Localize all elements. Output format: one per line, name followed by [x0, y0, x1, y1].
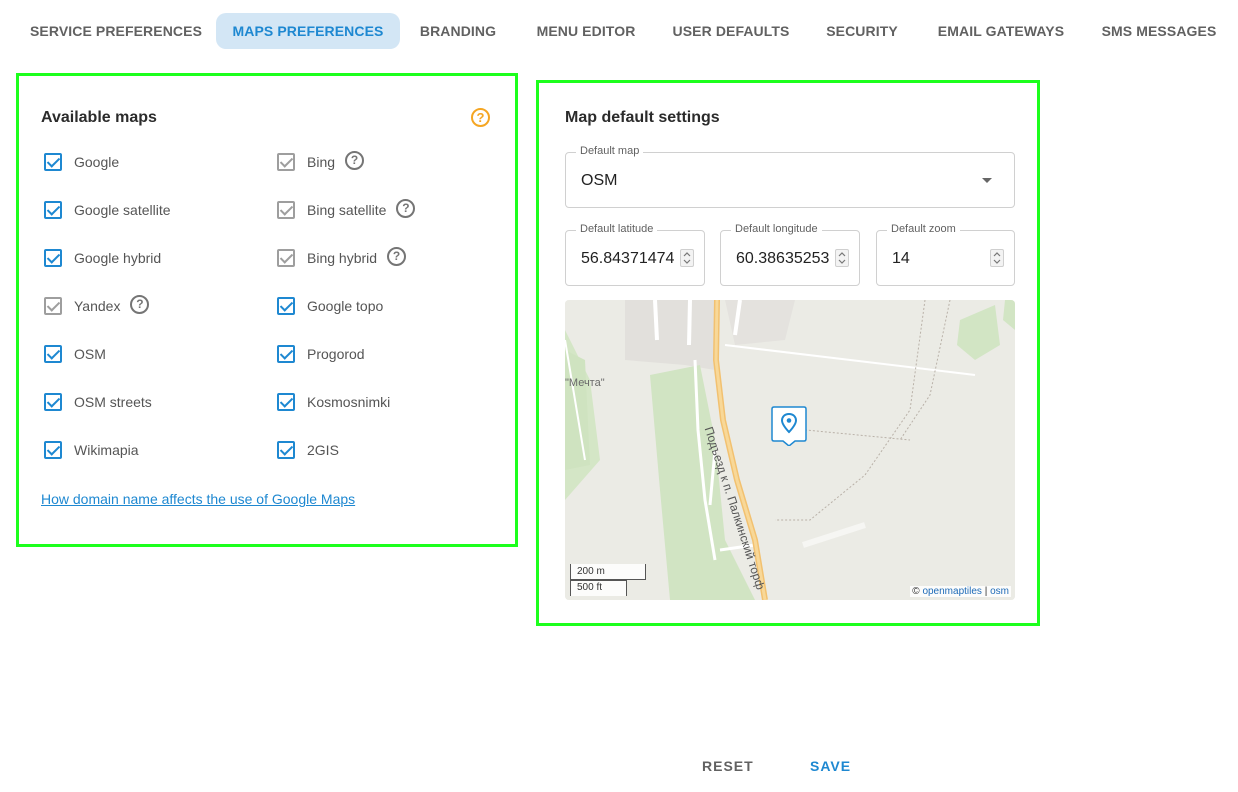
tab-menu-editor[interactable]: MENU EDITOR: [526, 13, 646, 49]
default-latitude-label: Default latitude: [576, 223, 658, 235]
map-option-osm[interactable]: OSM: [44, 342, 106, 366]
map-option-2gis[interactable]: 2GIS: [277, 438, 339, 462]
checkbox-checked-icon[interactable]: [277, 345, 295, 363]
map-option-bing-hybrid[interactable]: Bing hybrid ?: [277, 246, 407, 270]
map-default-settings-panel: Map default settings Default map OSM Def…: [536, 80, 1040, 626]
map-option-label: Google satellite: [74, 202, 171, 218]
map-tiles: [565, 300, 1015, 600]
tab-user-defaults[interactable]: USER DEFAULTS: [666, 13, 796, 49]
default-zoom-field[interactable]: Default zoom 14: [876, 223, 1015, 286]
checkbox-checked-icon[interactable]: [277, 297, 295, 315]
map-option-bing-satellite[interactable]: Bing satellite ?: [277, 198, 416, 222]
checkbox-checked-icon[interactable]: [44, 441, 62, 459]
help-circle-icon[interactable]: ?: [396, 198, 416, 218]
checkbox-checked-icon[interactable]: [277, 393, 295, 411]
available-maps-panel: Available maps ? Google Google satellite…: [16, 73, 518, 547]
map-attribution: © openmaptiles | osm: [910, 586, 1011, 597]
checkbox-checked-icon[interactable]: [44, 345, 62, 363]
map-option-bing[interactable]: Bing ?: [277, 150, 365, 174]
default-map-label: Default map: [576, 145, 644, 157]
map-option-progorod[interactable]: Progorod: [277, 342, 365, 366]
attribution-separator: |: [984, 586, 988, 597]
map-place-label: "Мечта": [565, 377, 605, 389]
map-option-label: Google hybrid: [74, 250, 162, 266]
tab-security[interactable]: SECURITY: [816, 13, 908, 49]
default-zoom-label: Default zoom: [887, 223, 960, 235]
tab-service-preferences[interactable]: SERVICE PREFERENCES: [16, 13, 216, 49]
map-default-settings-title: Map default settings: [565, 109, 720, 126]
help-circle-icon[interactable]: ?: [345, 150, 365, 170]
default-map-select[interactable]: Default map OSM: [565, 145, 1015, 208]
checkbox-disabled-icon: [277, 249, 295, 267]
map-option-label: OSM: [74, 346, 106, 362]
checkbox-checked-icon[interactable]: [277, 441, 295, 459]
map-option-label: OSM streets: [74, 394, 152, 410]
map-option-yandex[interactable]: Yandex ?: [44, 294, 150, 318]
map-option-label: Progorod: [307, 346, 365, 362]
map-option-osm-streets[interactable]: OSM streets: [44, 390, 152, 414]
map-option-label: Google: [74, 154, 120, 170]
google-maps-domain-link[interactable]: How domain name affects the use of Googl…: [41, 491, 355, 507]
checkbox-disabled-icon: [277, 153, 295, 171]
osm-link[interactable]: osm: [990, 586, 1009, 597]
location-pin-icon[interactable]: [771, 406, 807, 447]
number-stepper-icon[interactable]: [990, 249, 1004, 267]
help-circle-icon[interactable]: ?: [471, 108, 490, 127]
default-longitude-label: Default longitude: [731, 223, 822, 235]
reset-button[interactable]: RESET: [702, 752, 754, 780]
map-option-label: Bing: [307, 154, 336, 170]
map-option-kosmosnimki[interactable]: Kosmosnimki: [277, 390, 390, 414]
map-option-label: Bing satellite: [307, 202, 387, 218]
tab-branding[interactable]: BRANDING: [408, 13, 508, 49]
tab-sms-messages[interactable]: SMS MESSAGES: [1092, 13, 1226, 49]
number-stepper-icon[interactable]: [835, 249, 849, 267]
map-option-label: 2GIS: [307, 442, 339, 458]
map-option-google-satellite[interactable]: Google satellite: [44, 198, 171, 222]
checkbox-checked-icon[interactable]: [44, 201, 62, 219]
map-scale-metric: 200 m: [570, 564, 646, 580]
map-option-google[interactable]: Google: [44, 150, 119, 174]
openmaptiles-link[interactable]: openmaptiles: [922, 586, 981, 597]
map-scale-imperial: 500 ft: [570, 580, 627, 596]
chevron-down-icon[interactable]: [982, 178, 992, 183]
map-option-label: Yandex: [74, 298, 121, 314]
number-stepper-icon[interactable]: [680, 249, 694, 267]
default-map-value: OSM: [581, 172, 618, 189]
map-option-wikimapia[interactable]: Wikimapia: [44, 438, 139, 462]
default-longitude-field[interactable]: Default longitude 60.38635253: [720, 223, 860, 286]
tab-maps-preferences[interactable]: MAPS PREFERENCES: [216, 13, 400, 49]
tab-email-gateways[interactable]: EMAIL GATEWAYS: [928, 13, 1074, 49]
checkbox-checked-icon[interactable]: [44, 153, 62, 171]
default-latitude-field[interactable]: Default latitude 56.84371474: [565, 223, 705, 286]
default-zoom-input[interactable]: 14: [892, 250, 972, 268]
available-maps-title: Available maps: [41, 109, 157, 126]
checkbox-checked-icon[interactable]: [44, 249, 62, 267]
attribution-copyright: ©: [912, 586, 920, 597]
checkbox-disabled-icon: [44, 297, 62, 315]
save-button[interactable]: SAVE: [810, 752, 851, 780]
map-option-label: Wikimapia: [74, 442, 139, 458]
default-latitude-input[interactable]: 56.84371474: [581, 250, 675, 268]
checkbox-checked-icon[interactable]: [44, 393, 62, 411]
map-option-google-hybrid[interactable]: Google hybrid: [44, 246, 161, 270]
map-option-google-topo[interactable]: Google topo: [277, 294, 383, 318]
map-option-label: Bing hybrid: [307, 250, 378, 266]
help-circle-icon[interactable]: ?: [387, 246, 407, 266]
help-circle-icon[interactable]: ?: [130, 294, 150, 314]
default-longitude-input[interactable]: 60.38635253: [736, 250, 830, 268]
checkbox-disabled-icon: [277, 201, 295, 219]
map-option-label: Kosmosnimki: [307, 394, 391, 410]
map-view[interactable]: "Мечта" Подъезд к п. Палкинский торф 200…: [565, 300, 1015, 600]
map-option-label: Google topo: [307, 298, 384, 314]
